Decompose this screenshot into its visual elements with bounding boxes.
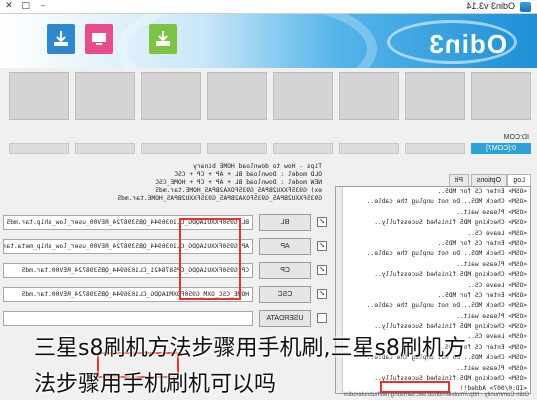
cp-button[interactable]: CP [259, 262, 311, 279]
app-icon [520, 2, 531, 12]
com-port-cell[interactable]: 0:[COM7] [471, 143, 531, 154]
file-row-csc: ✓ CSC HOME_CSC_OXM_G950FOXM1AQDG_CL10369… [3, 284, 327, 306]
log-lines: <OSM> Enter CS for MD5.. <OSM> Check MD5.… [336, 187, 530, 394]
log-line: <OSM> Enter CS for MD5.. [437, 291, 527, 299]
close-icon[interactable]: ✕ [1, 1, 17, 12]
log-line: <OSM> Check MD5.. Do not unplug the cabl… [366, 198, 527, 206]
tip-line: NEW model : Download BL + AP + CP + HOME… [155, 179, 322, 186]
device-slot [207, 72, 267, 120]
tip-line: G935FXXU2BPA5_G935FOXA2BPA5_G935FXXU2BPA… [117, 195, 322, 202]
log-line: <OSM> Please wait.. [456, 260, 527, 268]
pc-icon [85, 24, 113, 54]
caption-line-1: 三星s8刷机方法步骤用手机刷,三星s8刷机方 [34, 336, 466, 361]
userdata-button[interactable]: USERDATA [259, 310, 311, 327]
title-bar: Odin3 v3.14 – □ ✕ [0, 0, 537, 14]
device-slot [339, 72, 399, 120]
log-scrollbar[interactable] [336, 187, 343, 393]
log-line: <OSM> Leave CS.. [467, 281, 527, 289]
device-slots [5, 72, 531, 122]
tab-options[interactable]: Options [470, 174, 507, 186]
csc-checkbox[interactable]: ✓ [317, 289, 327, 299]
caption-line-2: 法步骤用手机刷机可以吗 [34, 372, 277, 397]
log-line: <OSM> Enter CS for MD5.. [437, 239, 527, 247]
device-slot [405, 72, 465, 120]
idcom-row: 0:[COM7] [5, 143, 531, 155]
minimize-icon[interactable]: – [35, 1, 51, 12]
com-port-empty [75, 143, 135, 154]
window-title: Odin3 v3.14 [466, 1, 515, 11]
device-slot [75, 72, 135, 120]
csc-button[interactable]: CSC [259, 286, 311, 303]
log-line: <OSM> Check MD5.. Do not unplug the cabl… [366, 250, 527, 258]
bl-checkbox[interactable]: ✓ [317, 217, 327, 227]
file-row-bl: ✓ BL BL_G950FXXU1AQDG_CL1036944_QB539872… [3, 212, 327, 234]
tab-log[interactable]: Log [507, 174, 531, 186]
device-slot [471, 72, 531, 120]
log-line: <OSM> Leave CS.. [467, 229, 527, 237]
banner: Odin3 [0, 14, 537, 68]
tips-panel: Tips - How to download HOME binary OLD m… [4, 163, 322, 205]
com-port-empty [207, 143, 267, 154]
download-icon [47, 24, 75, 54]
ap-checkbox[interactable]: ✓ [317, 241, 327, 251]
ap-button[interactable]: AP [259, 238, 311, 255]
com-port-empty [339, 143, 399, 154]
file-row-userdata: USERDATA [3, 308, 327, 330]
tab-pit[interactable]: Pit [448, 174, 469, 186]
log-line: <OSM> Check MD5.. Do not unplug the cabl… [366, 302, 527, 310]
bl-button[interactable]: BL [259, 214, 311, 231]
com-port-empty [273, 143, 333, 154]
file-row-ap: ✓ AP AP_G950FXXU1AQDG_CL1036944_QB539872… [3, 236, 327, 258]
maximize-icon[interactable]: □ [18, 1, 34, 12]
tip-line: Tips - How to download HOME binary [193, 163, 322, 170]
file-row-cp: ✓ CP CP_G950FXXU1AQDG_CP5878421_CL103694… [3, 260, 327, 282]
odin-logo: Odin3 [428, 29, 507, 59]
userdata-path-field[interactable] [3, 311, 253, 326]
userdata-checkbox[interactable] [317, 313, 327, 323]
log-line: <OSM> Checking MD5 finished Sucessfully.… [374, 219, 527, 227]
com-port-empty [141, 143, 201, 154]
log-panel[interactable]: <OSM> Enter CS for MD5.. <OSM> Check MD5.… [335, 186, 531, 394]
com-port-empty [405, 143, 465, 154]
log-line: <OSM> Checking MD5 finished Sucessfully.… [374, 271, 527, 279]
path-highlight-box [179, 218, 241, 300]
cp-checkbox[interactable]: ✓ [317, 265, 327, 275]
device-slot [9, 72, 69, 120]
log-line: <OSM> Please wait.. [456, 312, 527, 320]
device-slot [273, 72, 333, 120]
idcom-label: ID:COM [503, 134, 529, 141]
log-line: <OSM> Please wait.. [456, 208, 527, 216]
tip-line: ex) G935FXXU2BPA5_G935FOXA2BPA5_HOME.tar… [155, 187, 322, 194]
com-port-empty [9, 143, 69, 154]
log-line: <OSM> Enter CS for MD5.. [437, 188, 527, 195]
device-download-icon [149, 24, 177, 54]
tip-line: OLD model : Download BL + AP + CP + CSC [174, 171, 322, 178]
device-slot [141, 72, 201, 120]
